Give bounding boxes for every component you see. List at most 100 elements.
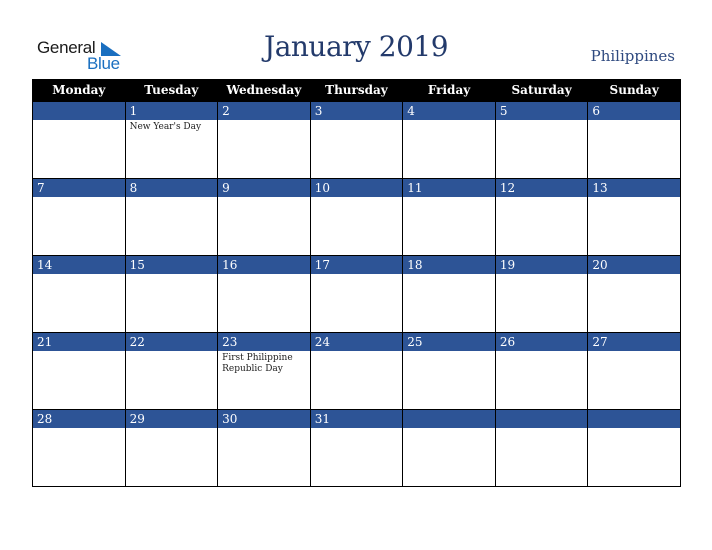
day-cell: 2: [217, 101, 311, 179]
day-cell: 24: [309, 332, 404, 410]
week-row: 28 29 30 31: [32, 409, 681, 487]
day-cell: 17: [309, 255, 404, 333]
day-cell: 11: [402, 178, 496, 256]
day-number: [588, 410, 680, 428]
day-number: 6: [588, 102, 680, 120]
day-cell: 14: [32, 255, 126, 333]
day-number: 16: [218, 256, 310, 274]
weekday-header: Saturday: [494, 79, 589, 102]
day-cell: 29: [124, 409, 219, 487]
day-number: 29: [125, 410, 218, 428]
day-cell: [32, 101, 126, 179]
holiday-label: [218, 428, 310, 430]
country-label: Philippines: [590, 47, 675, 65]
holiday-label: [218, 120, 310, 122]
day-cell: 13: [587, 178, 681, 256]
day-cell: [587, 409, 681, 487]
day-cell: 5: [494, 101, 589, 179]
holiday-label: [126, 197, 218, 199]
holiday-label: [403, 351, 495, 353]
day-cell: 22: [124, 332, 219, 410]
day-cell: 27: [587, 332, 681, 410]
holiday-label: [311, 351, 403, 353]
weekday-header-row: Monday Tuesday Wednesday Thursday Friday…: [32, 79, 681, 102]
day-cell: 26: [494, 332, 589, 410]
holiday-label: [588, 120, 680, 122]
holiday-label: [588, 274, 680, 276]
day-number: 5: [495, 102, 588, 120]
holiday-label: [588, 197, 680, 199]
day-number: 7: [33, 179, 125, 197]
day-cell: 28: [32, 409, 126, 487]
day-number: 4: [403, 102, 495, 120]
day-number: 13: [588, 179, 680, 197]
week-row: 1 New Year's Day 2 3 4 5 6: [32, 101, 681, 179]
holiday-label: First Philippine Republic Day: [222, 353, 293, 374]
holiday-label: [496, 351, 588, 353]
holiday-label: [33, 351, 125, 353]
day-cell: 3: [309, 101, 404, 179]
day-number: 14: [33, 256, 125, 274]
day-number: 28: [33, 410, 125, 428]
holiday-label: [403, 197, 495, 199]
day-number: 10: [310, 179, 403, 197]
weekday-header: Friday: [402, 79, 496, 102]
holiday-label: [33, 197, 125, 199]
day-number: 9: [218, 179, 310, 197]
day-number: 26: [495, 333, 588, 351]
day-number: 25: [403, 333, 495, 351]
holiday-label: [126, 351, 218, 353]
day-cell: 21: [32, 332, 126, 410]
day-cell: 19: [494, 255, 589, 333]
day-number: 23: [218, 333, 310, 351]
day-cell: 18: [402, 255, 496, 333]
day-cell: 31: [309, 409, 404, 487]
day-cell: 20: [587, 255, 681, 333]
day-number: 3: [310, 102, 403, 120]
day-number: 31: [310, 410, 403, 428]
holiday-label: New Year's Day: [129, 122, 202, 132]
holiday-label: [218, 274, 310, 276]
day-number: 24: [310, 333, 403, 351]
week-row: 7 8 9 10 11 12 13: [32, 178, 681, 256]
holiday-label: [403, 428, 495, 430]
holiday-label: [311, 428, 403, 430]
day-cell: 16: [217, 255, 311, 333]
weekday-header: Monday: [32, 79, 126, 102]
day-number: 19: [495, 256, 588, 274]
week-row: 14 15 16 17 18 19 20: [32, 255, 681, 333]
day-number: 8: [125, 179, 218, 197]
day-number: 15: [125, 256, 218, 274]
day-number: 2: [218, 102, 310, 120]
day-cell: 12: [494, 178, 589, 256]
weekday-header: Thursday: [309, 79, 404, 102]
holiday-label: [311, 120, 403, 122]
week-row: 21 22 23 First Philippine Republic Day 24 25 2…: [32, 332, 681, 410]
day-cell: 30: [217, 409, 311, 487]
day-cell: 7: [32, 178, 126, 256]
holiday-label: [403, 120, 495, 122]
day-cell: 9: [217, 178, 311, 256]
holiday-label: [126, 428, 218, 430]
day-number: 21: [33, 333, 125, 351]
holiday-label: [496, 428, 588, 430]
holiday-label: [126, 274, 218, 276]
day-number: [403, 410, 495, 428]
holiday-label: [33, 120, 125, 122]
holiday-label: [496, 274, 588, 276]
day-cell: 10: [309, 178, 404, 256]
day-number: 17: [310, 256, 403, 274]
day-number: 27: [588, 333, 680, 351]
weekday-header: Tuesday: [124, 79, 219, 102]
holiday-label: [496, 120, 588, 122]
day-cell: 23 First Philippine Republic Day: [217, 332, 311, 410]
day-cell: 1 New Year's Day: [124, 101, 219, 179]
day-cell: 6: [587, 101, 681, 179]
day-number: 12: [495, 179, 588, 197]
day-cell: 4: [402, 101, 496, 179]
holiday-label: [403, 274, 495, 276]
day-number: [33, 102, 125, 120]
day-number: 18: [403, 256, 495, 274]
holiday-label: [311, 274, 403, 276]
holiday-label: [311, 197, 403, 199]
